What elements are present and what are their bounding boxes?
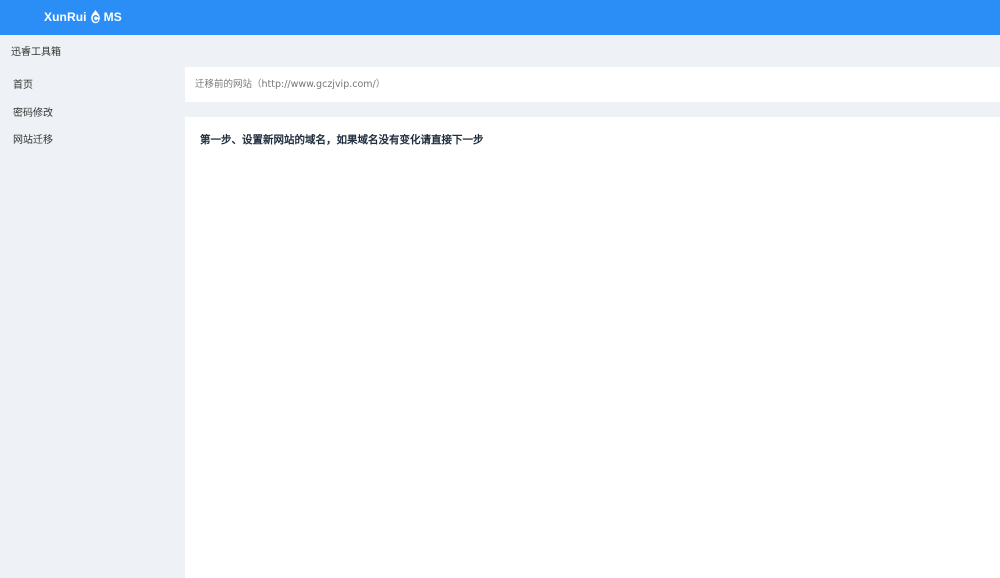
logo-text-suffix: MS bbox=[103, 10, 122, 24]
sidebar-item-home[interactable]: 首页 bbox=[0, 72, 184, 100]
source-site-panel: 迁移前的网站（http://www.gczjvip.com/） bbox=[185, 67, 1000, 102]
xunruicms-logo[interactable]: XunRui MS bbox=[44, 6, 122, 28]
flame-drop-c-icon bbox=[88, 9, 103, 24]
step-one-heading: 第一步、设置新网站的域名，如果域名没有变化请直接下一步 bbox=[200, 134, 484, 146]
sidebar-item-password-change[interactable]: 密码修改 bbox=[0, 100, 184, 128]
app-title: 迅睿工具箱 bbox=[11, 47, 61, 58]
logo-text-prefix: XunRui bbox=[44, 10, 87, 24]
sidebar-item-site-migration[interactable]: 网站迁移 bbox=[0, 127, 184, 155]
sidebar-menu: 首页 密码修改 网站迁移 bbox=[0, 72, 184, 155]
top-header-bar: XunRui MS bbox=[0, 0, 1000, 35]
source-site-label: 迁移前的网站（http://www.gczjvip.com/） bbox=[195, 79, 386, 90]
migration-step-panel: 第一步、设置新网站的域名，如果域名没有变化请直接下一步 bbox=[185, 117, 1000, 578]
